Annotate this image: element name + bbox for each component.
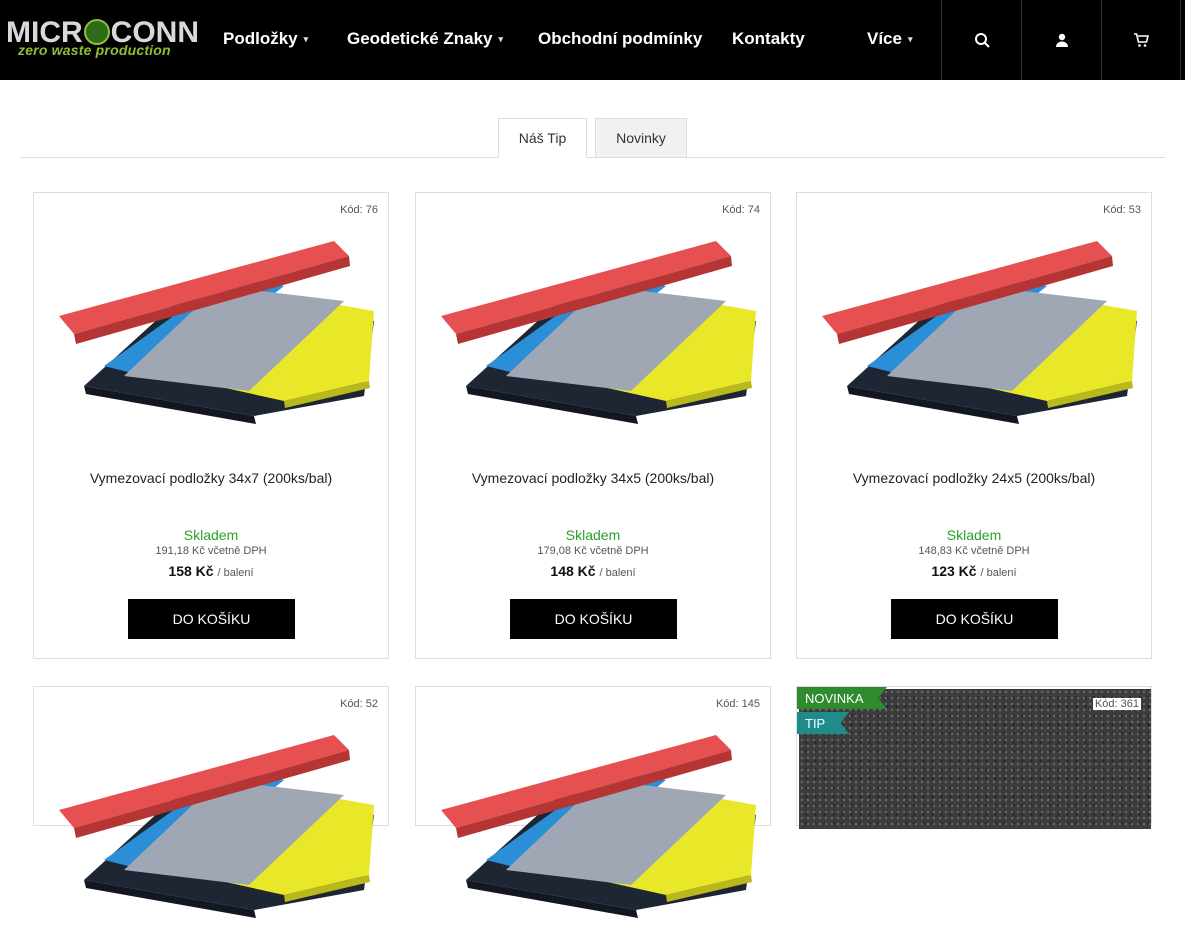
product-name[interactable]: Vymezovací podložky 34x5 (200ks/bal) bbox=[416, 470, 770, 486]
price-line: 123 Kč / balení bbox=[797, 563, 1151, 579]
site-header: MICR CONN zero waste production Podložky ▾… bbox=[0, 0, 1185, 80]
product-image[interactable] bbox=[421, 705, 765, 945]
price-line: 148 Kč / balení bbox=[416, 563, 770, 579]
price-with-vat: 148,83 Kč včetně DPH bbox=[918, 545, 1030, 557]
add-to-cart-button[interactable]: Do košíku bbox=[891, 599, 1058, 639]
tab-novinky[interactable]: Novinky bbox=[595, 118, 687, 158]
price: 123 Kč bbox=[931, 563, 977, 579]
chevron-down-icon: ▾ bbox=[907, 34, 913, 44]
nav-label: Kontakty bbox=[732, 29, 805, 48]
logo-tagline: zero waste production bbox=[18, 42, 171, 58]
chevron-down-icon: ▾ bbox=[303, 34, 309, 44]
nav-label: Obchodní podmínky bbox=[538, 29, 703, 48]
chevron-down-icon: ▾ bbox=[498, 34, 504, 44]
product-name[interactable]: Vymezovací podložky 24x5 (200ks/bal) bbox=[797, 470, 1151, 486]
nav-label: Více bbox=[867, 29, 902, 48]
nav-podlozky[interactable]: Podložky ▾ bbox=[223, 29, 308, 49]
product-card[interactable]: Kód: 361 NOVINKA TIP bbox=[796, 686, 1152, 829]
product-image[interactable] bbox=[799, 689, 1151, 829]
product-image[interactable] bbox=[421, 211, 765, 451]
product-code: Kód: 361 bbox=[1092, 698, 1141, 710]
product-image[interactable] bbox=[39, 705, 383, 945]
price-with-vat: 191,18 Kč včetně DPH bbox=[155, 545, 267, 557]
logo[interactable]: MICR CONN zero waste production bbox=[6, 18, 202, 62]
account-button[interactable] bbox=[1021, 0, 1101, 80]
nav-vice[interactable]: Více ▾ bbox=[867, 29, 913, 49]
product-card[interactable]: Kód: 53 Vymezovací podložky 24x5 (200ks/… bbox=[796, 192, 1152, 659]
tab-nas-tip[interactable]: Náš Tip bbox=[498, 118, 587, 158]
add-to-cart-button[interactable]: Do košíku bbox=[510, 599, 677, 639]
nav-label: Podložky bbox=[223, 29, 298, 48]
price-unit: / balení bbox=[980, 567, 1017, 579]
nav-geodeticke-znaky[interactable]: Geodetické Znaky ▾ bbox=[347, 29, 503, 49]
cart-icon bbox=[1134, 33, 1149, 47]
product-card[interactable]: Kód: 145 bbox=[415, 686, 771, 918]
price: 148 Kč bbox=[550, 563, 596, 579]
badge-new: NOVINKA bbox=[797, 687, 887, 709]
product-name[interactable]: Vymezovací podložky 34x7 (200ks/bal) bbox=[34, 470, 388, 486]
nav-kontakty[interactable]: Kontakty bbox=[732, 29, 805, 49]
user-icon bbox=[1055, 33, 1068, 47]
cart-button[interactable] bbox=[1101, 0, 1181, 80]
product-card[interactable]: Kód: 52 bbox=[33, 686, 389, 918]
stock-status: Skladem bbox=[946, 527, 1002, 543]
nav-label: Geodetické Znaky bbox=[347, 29, 493, 48]
price-unit: / balení bbox=[217, 567, 254, 579]
product-card[interactable]: Kód: 74 Vymezovací podložky 34x5 (200ks/… bbox=[415, 192, 771, 659]
search-button[interactable] bbox=[941, 0, 1021, 80]
product-image[interactable] bbox=[802, 211, 1146, 451]
stock-status: Skladem bbox=[565, 527, 621, 543]
nav-obchodni-podminky[interactable]: Obchodní podmínky bbox=[538, 29, 702, 49]
price-unit: / balení bbox=[599, 567, 636, 579]
price: 158 Kč bbox=[168, 563, 214, 579]
add-to-cart-button[interactable]: Do košíku bbox=[128, 599, 295, 639]
price-line: 158 Kč / balení bbox=[34, 563, 388, 579]
product-card[interactable]: Kód: 76 Vymezovací podložky 34x7 (200ks/… bbox=[33, 192, 389, 659]
price-with-vat: 179,08 Kč včetně DPH bbox=[537, 545, 649, 557]
search-icon bbox=[974, 33, 990, 48]
product-image[interactable] bbox=[39, 211, 383, 451]
tabs-divider bbox=[20, 157, 1165, 158]
stock-status: Skladem bbox=[183, 527, 239, 543]
